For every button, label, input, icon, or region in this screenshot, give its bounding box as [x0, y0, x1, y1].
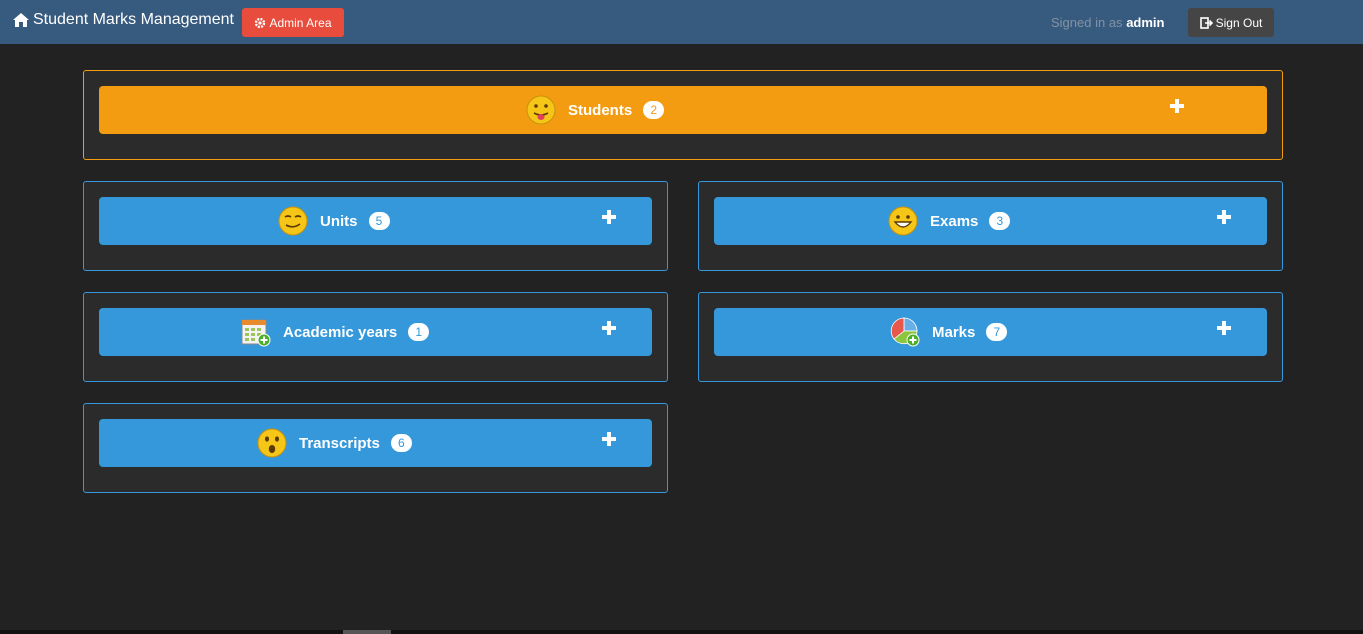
- add-student-plus-icon[interactable]: [1169, 98, 1185, 114]
- students-panel: Students 2: [83, 70, 1283, 160]
- brand-link[interactable]: Student Marks Management: [12, 11, 234, 29]
- add-mark-plus-icon[interactable]: [1216, 320, 1232, 336]
- units-label: Units: [320, 212, 358, 230]
- sign-out-label: Sign Out: [1215, 15, 1263, 30]
- exams-panel: Exams 3: [698, 181, 1283, 271]
- academic-years-panel: Academic years 1: [83, 292, 668, 382]
- signed-in-username: admin: [1126, 15, 1165, 30]
- exams-card-button[interactable]: Exams 3: [714, 197, 1267, 245]
- academic-years-label: Academic years: [283, 323, 398, 341]
- horizontal-scrollbar-track[interactable]: [0, 630, 1363, 634]
- marks-panel: Marks 7: [698, 292, 1283, 382]
- units-card-button[interactable]: Units 5: [99, 197, 652, 245]
- sign-out-button[interactable]: Sign Out: [1188, 8, 1274, 37]
- add-academic-year-plus-icon[interactable]: [601, 320, 617, 336]
- wink-smiley-icon: [278, 206, 308, 236]
- calendar-add-icon: [241, 319, 271, 347]
- tongue-smiley-icon: [526, 95, 556, 125]
- admin-area-label: Admin Area: [269, 15, 332, 30]
- top-navbar: Student Marks Management Admin Area Sign…: [0, 0, 1363, 44]
- grin-smiley-icon: [888, 206, 918, 236]
- add-unit-plus-icon[interactable]: [601, 209, 617, 225]
- transcripts-card-button[interactable]: Transcripts 6: [99, 419, 652, 467]
- transcripts-panel: Transcripts 6: [83, 403, 668, 493]
- surprised-smiley-icon: [257, 428, 287, 458]
- exams-label: Exams: [930, 212, 979, 230]
- students-label: Students: [568, 101, 633, 119]
- exams-count-badge: 3: [989, 212, 1011, 230]
- brand-title: Student Marks Management: [33, 11, 234, 28]
- marks-card-button[interactable]: Marks 7: [714, 308, 1267, 356]
- signed-in-status: Signed in as admin: [1051, 15, 1164, 30]
- add-transcript-plus-icon[interactable]: [601, 431, 617, 447]
- home-icon: [13, 13, 29, 27]
- pie-chart-add-icon: [890, 317, 920, 347]
- units-count-badge: 5: [368, 212, 390, 230]
- academic-years-card-button[interactable]: Academic years 1: [99, 308, 652, 356]
- transcripts-count-badge: 6: [390, 434, 412, 452]
- marks-count-badge: 7: [986, 323, 1008, 341]
- admin-area-button[interactable]: Admin Area: [242, 8, 344, 37]
- students-card-button[interactable]: Students 2: [99, 86, 1267, 134]
- marks-label: Marks: [932, 323, 976, 341]
- gear-icon: [255, 17, 266, 28]
- signed-in-prefix: Signed in as: [1051, 15, 1123, 30]
- transcripts-label: Transcripts: [299, 434, 380, 452]
- horizontal-scrollbar-thumb[interactable]: [343, 630, 391, 634]
- units-panel: Units 5: [83, 181, 668, 271]
- students-count-badge: 2: [643, 101, 665, 119]
- sign-out-icon: [1199, 16, 1213, 29]
- academic-years-count-badge: 1: [408, 323, 430, 341]
- add-exam-plus-icon[interactable]: [1216, 209, 1232, 225]
